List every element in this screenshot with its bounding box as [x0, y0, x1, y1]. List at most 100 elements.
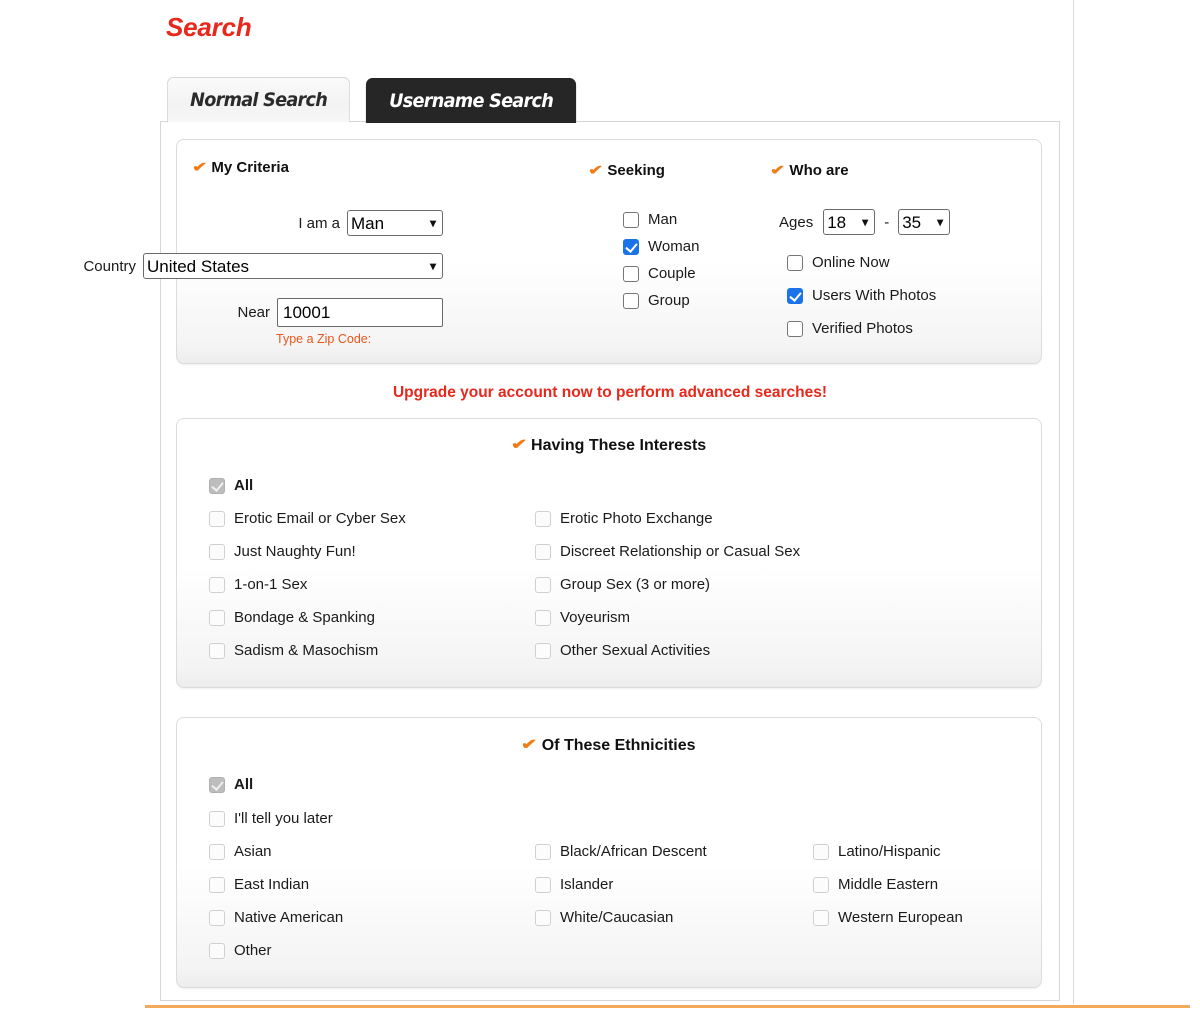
seeking-option-couple-label: Couple [648, 265, 696, 282]
tab-normal-search-label: Normal Search [190, 89, 328, 111]
checkbox-unchecked-icon[interactable] [535, 909, 551, 926]
seeking-option-group[interactable]: Group [623, 292, 690, 309]
ethnicities-heading: ✔ Of These Ethnicities [177, 736, 1041, 755]
interests-option-4[interactable]: Bondage & Spanking [209, 609, 375, 626]
interests-option-10[interactable]: Other Sexual Activities [535, 642, 710, 659]
interests-option-8[interactable]: Group Sex (3 or more) [535, 576, 710, 593]
zip-code-input[interactable] [277, 298, 443, 327]
ethnicities-option-7-label: Islander [560, 876, 614, 893]
age-to-select[interactable]: 35 [898, 209, 951, 235]
interests-option-6-label: Erotic Photo Exchange [560, 510, 713, 527]
ethnicities-option-1[interactable]: I'll tell you later [209, 810, 333, 827]
checkbox-unchecked-icon[interactable] [623, 265, 639, 282]
checkbox-unchecked-icon[interactable] [535, 876, 551, 893]
checkbox-unchecked-icon[interactable] [623, 211, 639, 228]
page-title: Search [166, 12, 252, 42]
ethnicities-option-1-label: I'll tell you later [234, 810, 333, 827]
interests-option-1-label: Erotic Email or Cyber Sex [234, 510, 406, 527]
orange-check-icon: ✔ [521, 736, 538, 753]
checkbox-unchecked-icon[interactable] [209, 576, 225, 593]
my-criteria-heading-label: My Criteria [211, 159, 289, 176]
checkbox-unchecked-icon[interactable] [209, 543, 225, 560]
country-label: Country [83, 257, 136, 275]
checkbox-checked-icon[interactable] [787, 287, 803, 304]
ethnicities-option-3[interactable]: East Indian [209, 876, 309, 893]
upgrade-banner[interactable]: Upgrade your account now to perform adva… [161, 384, 1059, 402]
interests-heading-label: Having These Interests [531, 437, 707, 454]
ethnicities-option-7[interactable]: Islander [535, 876, 613, 893]
ethnicities-option-9-label: Latino/Hispanic [838, 843, 941, 860]
checkbox-unchecked-icon[interactable] [209, 510, 225, 527]
interests-option-1[interactable]: Erotic Email or Cyber Sex [209, 510, 406, 527]
interests-option-all[interactable]: All [209, 477, 253, 494]
interests-option-2[interactable]: Just Naughty Fun! [209, 543, 356, 560]
checkbox-unchecked-icon[interactable] [209, 909, 225, 926]
checkbox-unchecked-icon[interactable] [535, 543, 551, 560]
checkbox-unchecked-icon[interactable] [535, 576, 551, 593]
checkbox-unchecked-icon[interactable] [535, 642, 551, 659]
ethnicities-option-10[interactable]: Middle Eastern [813, 876, 938, 893]
checkbox-unchecked-icon[interactable] [209, 642, 225, 659]
ethnicities-option-10-label: Middle Eastern [838, 876, 939, 893]
tab-normal-search[interactable]: Normal Search [166, 77, 351, 123]
ethnicities-option-5-label: Other [234, 942, 272, 959]
checkbox-unchecked-icon[interactable] [787, 320, 803, 337]
ethnicities-option-4[interactable]: Native American [209, 909, 343, 926]
interests-panel: ✔ Having These Interests All Erotic Email… [176, 418, 1042, 688]
ethnicities-option-2[interactable]: Asian [209, 843, 272, 860]
country-select-wrap: United States ▾ [143, 253, 443, 279]
ethnicities-option-8-label: White/Caucasian [560, 909, 674, 926]
interests-option-6[interactable]: Erotic Photo Exchange [535, 510, 713, 527]
tab-username-search-label: Username Search [389, 90, 554, 112]
i-am-a-label: I am a [298, 214, 340, 232]
page-bottom-accent-rule [145, 1005, 1190, 1008]
checkbox-checked-icon[interactable] [623, 238, 639, 255]
checkbox-unchecked-icon[interactable] [209, 942, 225, 959]
interests-option-3[interactable]: 1-on-1 Sex [209, 576, 307, 593]
checkbox-checked-disabled-icon[interactable] [209, 776, 225, 793]
ethnicities-option-9[interactable]: Latino/Hispanic [813, 843, 941, 860]
who-are-option-users-with-photos[interactable]: Users With Photos [787, 287, 936, 304]
interests-option-5[interactable]: Sadism & Masochism [209, 642, 378, 659]
ages-label: Ages [779, 213, 814, 231]
checkbox-unchecked-icon[interactable] [209, 810, 225, 827]
checkbox-unchecked-icon[interactable] [535, 609, 551, 626]
ethnicities-option-11[interactable]: Western European [813, 909, 963, 926]
checkbox-unchecked-icon[interactable] [813, 843, 829, 860]
search-form-container: ✔ My Criteria I am a Man ▾ Country United… [83, 121, 1060, 1001]
ethnicities-option-6[interactable]: Black/African Descent [535, 843, 707, 860]
checkbox-checked-disabled-icon[interactable] [209, 477, 225, 494]
interests-option-7[interactable]: Discreet Relationship or Casual Sex [535, 543, 800, 560]
ethnicities-option-all-label: All [234, 776, 254, 793]
who-are-option-online-now-label: Online Now [812, 254, 890, 271]
checkbox-unchecked-icon[interactable] [535, 510, 551, 527]
age-from-select[interactable]: 18 [823, 209, 876, 235]
orange-check-icon: ✔ [510, 436, 528, 453]
country-select[interactable]: United States [143, 253, 443, 279]
ethnicities-option-11-label: Western European [838, 909, 963, 926]
ethnicities-option-4-label: Native American [234, 909, 344, 926]
i-am-a-select[interactable]: Man [347, 210, 443, 236]
ethnicities-option-all[interactable]: All [209, 776, 253, 793]
checkbox-unchecked-icon[interactable] [209, 609, 225, 626]
who-are-heading-label: Who are [789, 162, 849, 179]
tab-username-search[interactable]: Username Search [366, 78, 577, 123]
who-are-option-verified-photos-label: Verified Photos [812, 320, 913, 337]
seeking-option-man[interactable]: Man [623, 211, 677, 228]
who-are-option-online-now[interactable]: Online Now [787, 254, 890, 271]
interests-option-9[interactable]: Voyeurism [535, 609, 630, 626]
seeking-option-woman[interactable]: Woman [623, 238, 699, 255]
checkbox-unchecked-icon[interactable] [813, 876, 829, 893]
orange-check-icon: ✔ [587, 163, 604, 178]
checkbox-unchecked-icon[interactable] [813, 909, 829, 926]
checkbox-unchecked-icon[interactable] [535, 843, 551, 860]
who-are-option-verified-photos[interactable]: Verified Photos [787, 320, 913, 337]
checkbox-unchecked-icon[interactable] [623, 292, 639, 309]
page-right-divider [1073, 0, 1074, 1004]
checkbox-unchecked-icon[interactable] [209, 876, 225, 893]
ethnicities-option-5[interactable]: Other [209, 942, 272, 959]
ethnicities-option-8[interactable]: White/Caucasian [535, 909, 673, 926]
seeking-option-couple[interactable]: Couple [623, 265, 696, 282]
checkbox-unchecked-icon[interactable] [209, 843, 225, 860]
checkbox-unchecked-icon[interactable] [787, 254, 803, 271]
